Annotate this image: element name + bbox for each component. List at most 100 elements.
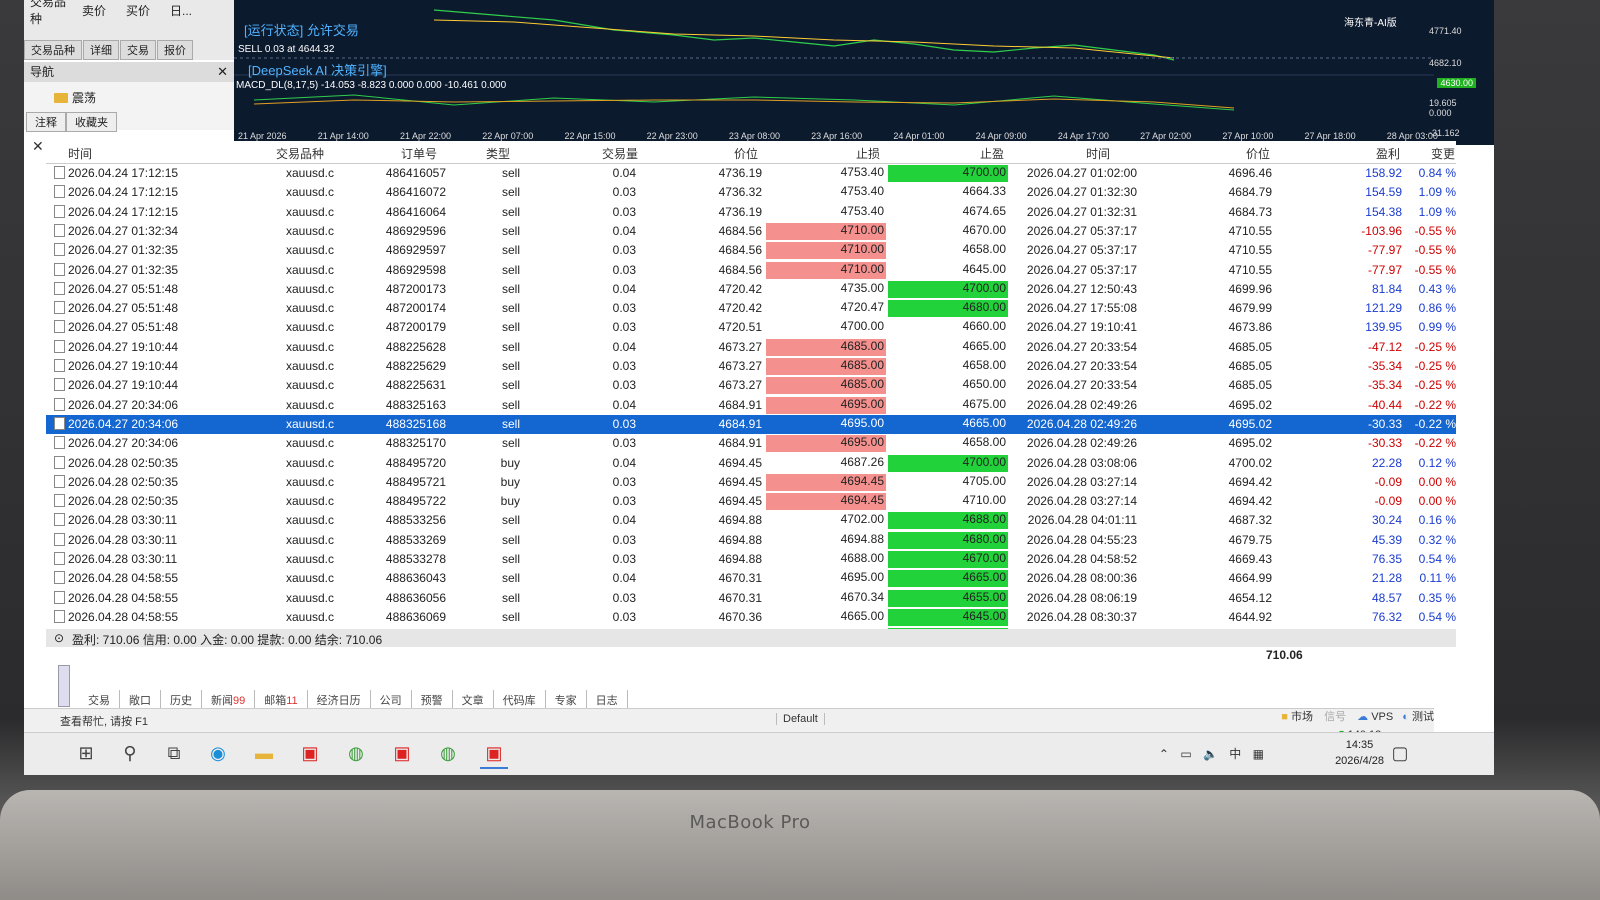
tab-news[interactable]: 新闻99 bbox=[202, 690, 256, 710]
tab-ticks[interactable]: 报价 bbox=[157, 40, 193, 60]
mt5-icon-active[interactable]: ▣ bbox=[480, 739, 508, 769]
cell-chg: 0.12 % bbox=[1418, 455, 1456, 470]
task-view-icon[interactable]: ⧉ bbox=[160, 739, 188, 767]
price-chart[interactable]: [运行状态] 允许交易 SELL 0.03 at 4644.32 [DeepSe… bbox=[234, 0, 1494, 145]
tab-trade[interactable]: 交易 bbox=[79, 690, 120, 710]
table-row[interactable]: 2026.04.24 17:12:15 xauusd.c 486416057 sell… bbox=[46, 164, 1456, 183]
header-profit[interactable]: 盈利 bbox=[1376, 145, 1400, 162]
cell-vol: 0.03 bbox=[612, 204, 636, 219]
cell-tp: 4645.00 bbox=[888, 608, 1008, 626]
table-row[interactable]: 2026.04.28 02:50:35 xauusd.c 488495722 buy 0… bbox=[46, 492, 1456, 511]
cell-price: 4736.19 bbox=[718, 204, 762, 219]
cell-sym: xauusd.c bbox=[285, 436, 334, 451]
cell-ct: 2026.04.27 20:33:54 bbox=[1026, 359, 1137, 373]
table-row[interactable]: 2026.04.28 03:30:11 xauusd.c 488533256 sell… bbox=[46, 511, 1456, 530]
close-icon[interactable]: ✕ bbox=[217, 64, 228, 80]
table-row[interactable]: 2026.04.24 17:12:15 xauusd.c 486416072 sell… bbox=[46, 183, 1456, 202]
header-price[interactable]: 价位 bbox=[734, 145, 758, 162]
windows-start-icon[interactable]: ⊞ bbox=[72, 739, 100, 767]
table-row[interactable]: 2026.04.28 02:50:35 xauusd.c 488495720 buy 0… bbox=[46, 454, 1456, 473]
header-sl[interactable]: 止损 bbox=[856, 145, 880, 162]
clock[interactable]: 14:35 2026/4/28 bbox=[1335, 737, 1384, 769]
app-icon[interactable]: ◍ bbox=[342, 739, 370, 767]
signals-label[interactable]: 信号 bbox=[1324, 711, 1346, 723]
table-row[interactable]: 2026.04.28 04:58:55 xauusd.c 488636043 sell… bbox=[46, 569, 1456, 588]
tab-mail[interactable]: 邮箱11 bbox=[255, 690, 308, 710]
table-row[interactable]: 2026.04.24 17:12:15 xauusd.c 486416064 sell… bbox=[46, 203, 1456, 222]
table-row[interactable]: 2026.04.27 01:32:34 xauusd.c 486929596 sell… bbox=[46, 222, 1456, 241]
table-row[interactable]: 2026.04.28 03:30:11 xauusd.c 488533269 sell… bbox=[46, 531, 1456, 550]
notification-icon[interactable]: ▢ bbox=[1386, 739, 1414, 767]
tab-codebase[interactable]: 代码库 bbox=[494, 690, 546, 710]
market-watch-panel: 交易品种 卖价 买价 日... 交易品种 详细 交易 报价 bbox=[24, 0, 235, 60]
header-symbol[interactable]: 交易品种 bbox=[276, 145, 324, 162]
table-row[interactable]: 2026.04.27 05:51:48 xauusd.c 487200174 sell… bbox=[46, 299, 1456, 318]
tab-common[interactable]: 注释 bbox=[26, 112, 66, 132]
vps-label[interactable]: VPS bbox=[1371, 711, 1393, 723]
col-symbol[interactable]: 交易品种 bbox=[30, 0, 68, 27]
cell-pl: 45.39 bbox=[1371, 532, 1402, 547]
table-row[interactable]: 2026.04.28 02:50:35 xauusd.c 488495721 buy 0… bbox=[46, 473, 1456, 492]
market-label[interactable]: 市场 bbox=[1291, 711, 1313, 723]
table-row[interactable]: 2026.04.27 20:34:06 xauusd.c 488325170 sell… bbox=[46, 434, 1456, 453]
tester-icon: ◐ bbox=[1402, 711, 1409, 723]
network-icon[interactable]: ▭ bbox=[1180, 747, 1191, 761]
tab-calendar[interactable]: 经济日历 bbox=[308, 690, 371, 710]
table-row[interactable]: 2026.04.28 04:58:55 xauusd.c 488636069 sell… bbox=[46, 608, 1456, 627]
mt5-icon[interactable]: ▣ bbox=[296, 739, 324, 767]
header-type[interactable]: 类型 bbox=[486, 145, 510, 162]
tab-history[interactable]: 历史 bbox=[161, 690, 202, 710]
tab-alerts[interactable]: 预警 bbox=[412, 690, 453, 710]
cell-cp: 4696.46 bbox=[1228, 166, 1272, 180]
tab-favorites[interactable]: 收藏夹 bbox=[66, 112, 117, 132]
header-time[interactable]: 时间 bbox=[68, 145, 92, 162]
tab-articles[interactable]: 文章 bbox=[453, 690, 494, 710]
header-close-time[interactable]: 时间 bbox=[1086, 145, 1110, 162]
mt5-icon[interactable]: ▣ bbox=[388, 739, 416, 767]
cell-chg: -0.22 % bbox=[1414, 436, 1456, 451]
header-close-price[interactable]: 价位 bbox=[1246, 145, 1270, 162]
header-volume[interactable]: 交易量 bbox=[602, 145, 638, 162]
header-order[interactable]: 订单号 bbox=[401, 145, 437, 162]
keyboard-icon[interactable]: ▦ bbox=[1253, 747, 1264, 761]
toolbox-handle[interactable] bbox=[58, 665, 70, 707]
navigator-folder[interactable]: 震荡 bbox=[54, 89, 96, 106]
table-row[interactable]: 2026.04.27 20:34:06 xauusd.c 488325168 sell… bbox=[46, 414, 1456, 434]
cell-chg: 0.43 % bbox=[1418, 281, 1456, 296]
table-row[interactable]: 2026.04.27 01:32:35 xauusd.c 486929598 sell… bbox=[46, 261, 1456, 280]
table-row[interactable]: 2026.04.28 04:58:55 xauusd.c 488636056 sell… bbox=[46, 589, 1456, 608]
col-ask[interactable]: 买价 bbox=[126, 2, 164, 19]
header-change[interactable]: 变更 bbox=[1431, 145, 1455, 162]
search-icon[interactable]: ⚲ bbox=[116, 739, 144, 767]
header-tp[interactable]: 止盈 bbox=[980, 145, 1004, 162]
tray-up-icon[interactable]: ⌃ bbox=[1159, 747, 1169, 761]
tab-trading[interactable]: 交易 bbox=[120, 40, 156, 60]
table-row[interactable]: 2026.04.27 19:10:44 xauusd.c 488225629 sell… bbox=[46, 357, 1456, 376]
tab-details[interactable]: 详细 bbox=[83, 40, 119, 60]
volume-icon[interactable]: 🔈 bbox=[1203, 747, 1218, 761]
table-row[interactable]: 2026.04.27 05:51:48 xauusd.c 487200179 sell… bbox=[46, 318, 1456, 337]
table-row[interactable]: 2026.04.27 20:34:06 xauusd.c 488325163 sell… bbox=[46, 396, 1456, 415]
app-icon[interactable]: ◍ bbox=[434, 739, 462, 767]
cell-sym: xauusd.c bbox=[285, 204, 334, 219]
edge-icon[interactable]: ◉ bbox=[204, 739, 232, 767]
tab-company[interactable]: 公司 bbox=[371, 690, 412, 710]
col-day[interactable]: 日... bbox=[170, 2, 208, 19]
table-row[interactable]: 2026.04.27 01:32:35 xauusd.c 486929597 sell… bbox=[46, 241, 1456, 260]
table-row[interactable]: 2026.04.28 03:30:11 xauusd.c 488533278 sell… bbox=[46, 550, 1456, 569]
tab-journal[interactable]: 日志 bbox=[587, 690, 628, 710]
ime-label[interactable]: 中 bbox=[1229, 747, 1241, 761]
table-row[interactable]: 2026.04.27 19:10:44 xauusd.c 488225628 sell… bbox=[46, 338, 1456, 357]
cell-chg: -0.55 % bbox=[1414, 262, 1456, 277]
tab-symbols[interactable]: 交易品种 bbox=[24, 40, 82, 60]
file-explorer-icon[interactable]: ▬ bbox=[250, 739, 278, 767]
toolbox-close-icon[interactable]: ✕ bbox=[32, 138, 44, 155]
order-icon bbox=[54, 223, 65, 237]
cell-sl: 4665.00 bbox=[840, 608, 884, 623]
col-bid[interactable]: 卖价 bbox=[82, 2, 120, 19]
tab-experts[interactable]: 专家 bbox=[546, 690, 587, 710]
tab-exposure[interactable]: 敞口 bbox=[120, 690, 161, 710]
table-row[interactable]: 2026.04.27 05:51:48 xauusd.c 487200173 sell… bbox=[46, 280, 1456, 299]
tester-label[interactable]: 测试 bbox=[1412, 711, 1434, 723]
table-row[interactable]: 2026.04.27 19:10:44 xauusd.c 488225631 sell… bbox=[46, 376, 1456, 395]
